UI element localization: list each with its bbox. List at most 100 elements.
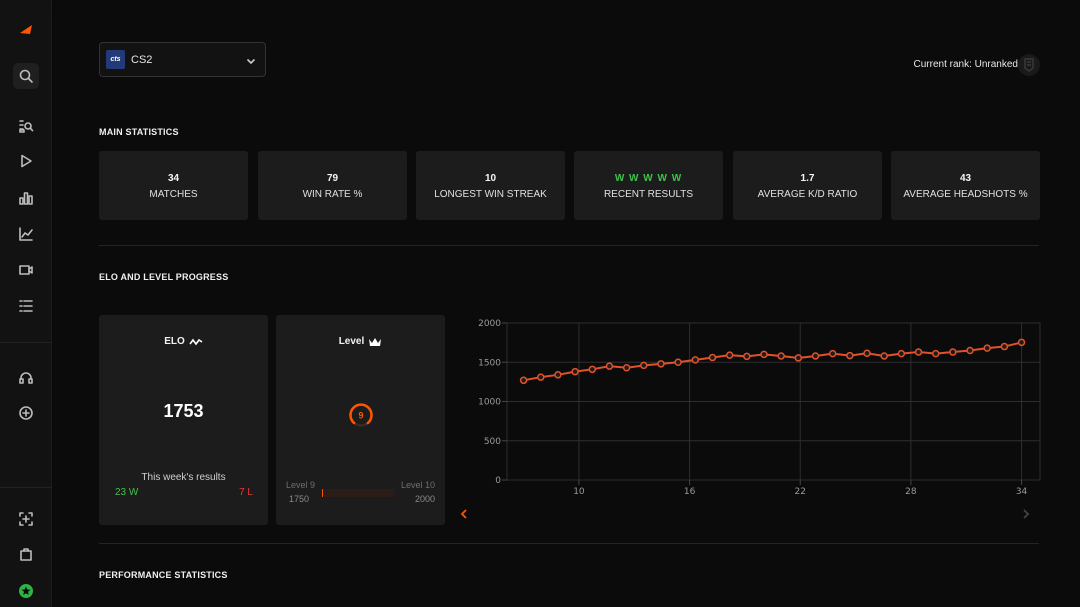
elo-data-point — [966, 346, 974, 355]
elo-data-point — [691, 356, 700, 364]
y-tick-label: 0 — [495, 476, 501, 486]
current-level-label: Level 9 — [286, 480, 316, 490]
stat-label: AVERAGE K/D RATIO — [757, 189, 858, 200]
level-value: 9 — [358, 411, 363, 421]
x-tick-label: 10 — [573, 487, 585, 497]
play-icon[interactable] — [13, 148, 39, 174]
y-tick-label: 1000 — [478, 398, 501, 408]
stat-card-longest-streak: 10 LONGEST WIN STREAK — [416, 151, 565, 220]
stat-value: 10 — [484, 173, 497, 184]
elo-data-point — [1000, 342, 1009, 351]
bar-chart-icon[interactable] — [13, 185, 39, 211]
rank-badge-icon — [1018, 54, 1040, 76]
elo-chart: 0 500 1000 1500 2000 10 16 22 28 34 — [443, 312, 1043, 527]
stat-label: LONGEST WIN STREAK — [434, 189, 547, 200]
logo-icon[interactable] — [13, 18, 39, 44]
crown-icon — [369, 337, 382, 346]
star-badge-icon[interactable] — [13, 578, 39, 604]
stat-value: 1.7 — [800, 173, 815, 184]
elo-data-point — [880, 352, 888, 360]
elo-data-point — [846, 351, 854, 360]
elo-data-point — [863, 349, 871, 357]
game-logo: cts — [106, 50, 125, 69]
stat-label: AVERAGE HEADSHOTS % — [903, 189, 1028, 200]
main-content: cts CS2 Current rank: Unranked MAIN STAT… — [53, 0, 1080, 607]
section-divider — [99, 543, 1039, 544]
elo-data-point — [605, 362, 614, 370]
search-icon[interactable] — [13, 63, 39, 89]
y-tick-label: 1500 — [478, 358, 501, 368]
y-tick-label: 500 — [484, 437, 501, 447]
elo-data-point — [622, 363, 631, 372]
section-divider — [99, 245, 1039, 246]
next-level-label: Level 10 — [400, 480, 435, 490]
stat-card-headshots: 43 AVERAGE HEADSHOTS % — [891, 151, 1040, 220]
elo-data-point — [983, 344, 991, 352]
x-tick-label: 16 — [684, 487, 696, 497]
game-select[interactable]: cts CS2 — [99, 42, 266, 77]
video-icon[interactable] — [13, 257, 39, 283]
bag-icon[interactable] — [13, 541, 39, 567]
elo-data-point — [760, 350, 768, 359]
stat-value: 43 — [959, 173, 972, 184]
y-tick-label: 2000 — [478, 319, 501, 329]
sidebar-divider — [0, 342, 52, 343]
stat-label: RECENT RESULTS — [603, 189, 694, 200]
x-tick-label: 22 — [795, 487, 806, 497]
elo-data-point — [657, 360, 665, 368]
elo-data-point — [931, 349, 940, 358]
elo-value: 1753 — [163, 401, 204, 421]
elo-progress-title: ELO AND LEVEL PROGRESS — [99, 272, 229, 282]
elo-data-point — [537, 373, 545, 381]
player-search-icon[interactable] — [13, 113, 39, 139]
chart-next-button[interactable] — [1019, 507, 1033, 521]
line-chart-icon[interactable] — [13, 221, 39, 247]
elo-title-text: ELO — [164, 336, 185, 347]
chevron-right-icon — [1023, 509, 1030, 519]
performance-statistics-title: PERFORMANCE STATISTICS — [99, 570, 228, 580]
elo-data-point — [725, 351, 734, 359]
elo-data-point — [1017, 338, 1026, 347]
elo-data-point — [588, 365, 597, 374]
elo-data-point — [554, 371, 562, 379]
elo-data-point — [811, 352, 820, 360]
chevron-left-icon — [460, 509, 467, 519]
list-icon[interactable] — [13, 293, 39, 319]
elo-data-point — [519, 376, 528, 385]
stat-label: WIN RATE % — [302, 189, 363, 200]
elo-trend-icon — [189, 338, 203, 345]
stat-card-matches: 34 MATCHES — [99, 151, 248, 220]
stat-value: 79 — [326, 173, 339, 184]
stat-value: W W W W W — [614, 173, 683, 184]
x-tick-label: 34 — [1016, 487, 1028, 497]
support-icon[interactable] — [13, 365, 39, 391]
level-title-text: Level — [338, 336, 365, 347]
elo-data-point — [897, 349, 906, 358]
week-losses: 7 L — [239, 487, 253, 498]
stat-label: MATCHES — [149, 189, 198, 200]
elo-data-point — [914, 348, 923, 356]
level-badge: 9 — [349, 403, 373, 427]
elo-data-point — [674, 358, 682, 366]
elo-data-point — [794, 354, 803, 362]
chart-prev-button[interactable] — [457, 507, 471, 521]
elo-data-point — [743, 352, 751, 361]
elo-data-point — [708, 353, 717, 362]
elo-chart-svg: 0 500 1000 1500 2000 10 16 22 28 34 — [478, 319, 1041, 497]
sidebar — [0, 0, 52, 607]
screenshot-icon[interactable] — [13, 506, 39, 532]
elo-data-point — [777, 352, 785, 360]
level-progress-fill — [322, 489, 323, 497]
elo-data-point — [828, 349, 837, 358]
elo-title: ELO — [99, 336, 268, 347]
stat-card-recent-results: W W W W W RECENT RESULTS — [574, 151, 723, 220]
level-title: Level — [276, 336, 445, 347]
current-level-elo: 1750 — [289, 494, 310, 504]
elo-data-point — [640, 361, 648, 370]
level-progress-bar — [322, 489, 394, 497]
sidebar-divider — [0, 487, 52, 488]
add-icon[interactable] — [13, 400, 39, 426]
game-name: CS2 — [131, 53, 153, 66]
elo-data-point — [949, 348, 957, 356]
elo-line — [523, 341, 1022, 382]
